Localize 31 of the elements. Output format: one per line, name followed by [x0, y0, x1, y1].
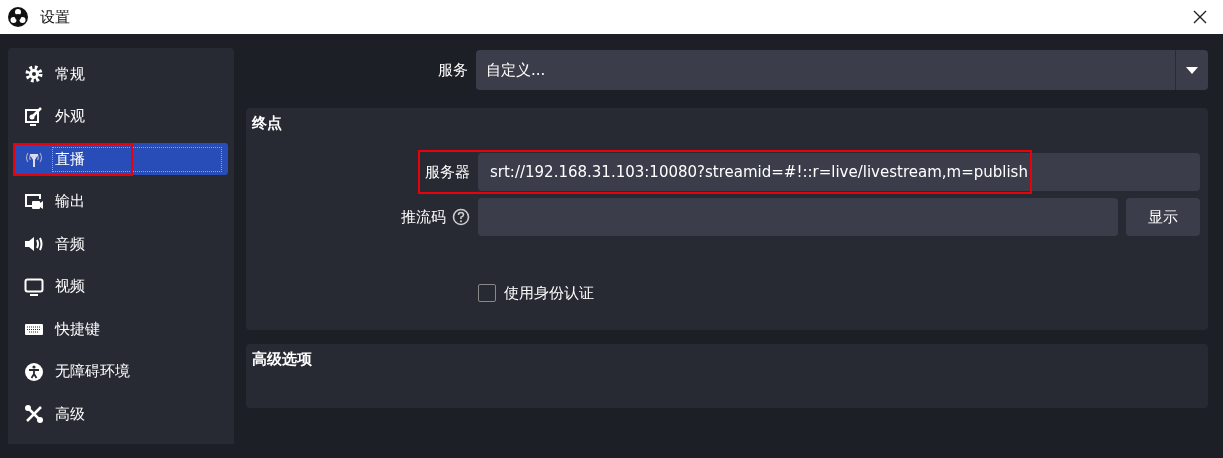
sidebar-item[interactable]: 外观 [14, 100, 228, 133]
window-title: 设置 [40, 7, 70, 27]
show-button[interactable]: 显示 [1126, 198, 1200, 236]
speaker-icon [24, 234, 44, 254]
checkbox-label: 使用身份认证 [504, 283, 594, 303]
monitor-icon [24, 276, 44, 297]
service-dropdown[interactable]: 自定义... [476, 50, 1208, 90]
tools-icon [24, 404, 44, 424]
stream-key-label: 推流码 [401, 207, 446, 227]
sidebar-item[interactable]: 输出 [14, 185, 228, 218]
close-icon[interactable] [1193, 10, 1207, 24]
group-title: 高级选项 [251, 350, 313, 370]
gear-icon [24, 64, 44, 84]
sidebar-item[interactable]: 常规 [14, 58, 228, 90]
server-label: 服务器 [425, 162, 470, 182]
server-field[interactable]: srt://192.168.31.103:10080?streamid=#!::r=live/livestream,m=publish [478, 153, 1200, 191]
sidebar-item[interactable]: 高级 [14, 398, 228, 430]
group-title: 终点 [251, 114, 283, 134]
screen-camera-icon [24, 191, 44, 212]
app-logo-icon [8, 7, 28, 27]
accessibility-icon [24, 361, 44, 382]
sidebar-item[interactable]: 直播 [14, 143, 228, 175]
service-label: 服务 [438, 60, 468, 80]
sidebar-item[interactable]: 无障碍环境 [14, 355, 228, 388]
dropdown-arrow-icon [1186, 66, 1198, 74]
checkbox[interactable] [478, 284, 496, 302]
sidebar-item[interactable]: 快捷键 [14, 313, 228, 345]
monitor-brush-icon [24, 106, 44, 127]
help-icon[interactable] [452, 208, 470, 226]
sidebar-item[interactable]: 视频 [14, 270, 228, 303]
sidebar-item[interactable]: 音频 [14, 228, 228, 260]
